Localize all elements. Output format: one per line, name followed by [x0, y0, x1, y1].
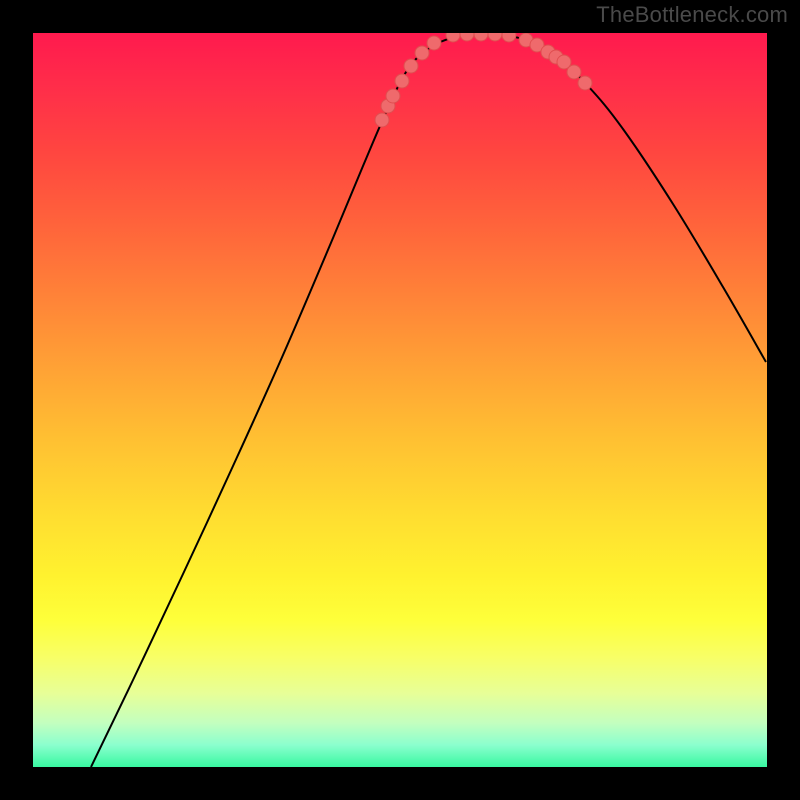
- data-marker: [415, 46, 429, 60]
- attribution-text: TheBottleneck.com: [596, 2, 788, 28]
- plot-area: [33, 33, 767, 767]
- data-marker: [375, 113, 389, 127]
- data-marker: [404, 59, 418, 73]
- data-marker: [578, 76, 592, 90]
- chart-frame: TheBottleneck.com: [0, 0, 800, 800]
- data-marker: [460, 33, 474, 41]
- data-marker: [395, 74, 409, 88]
- data-marker: [567, 65, 581, 79]
- bottleneck-curve-right: [481, 34, 766, 362]
- data-marker: [474, 33, 488, 41]
- data-marker: [502, 33, 516, 42]
- data-marker: [446, 33, 460, 42]
- curve-svg: [33, 33, 767, 767]
- data-marker: [386, 89, 400, 103]
- data-marker: [427, 36, 441, 50]
- data-marker: [488, 33, 502, 41]
- bottleneck-curve-left: [91, 34, 481, 767]
